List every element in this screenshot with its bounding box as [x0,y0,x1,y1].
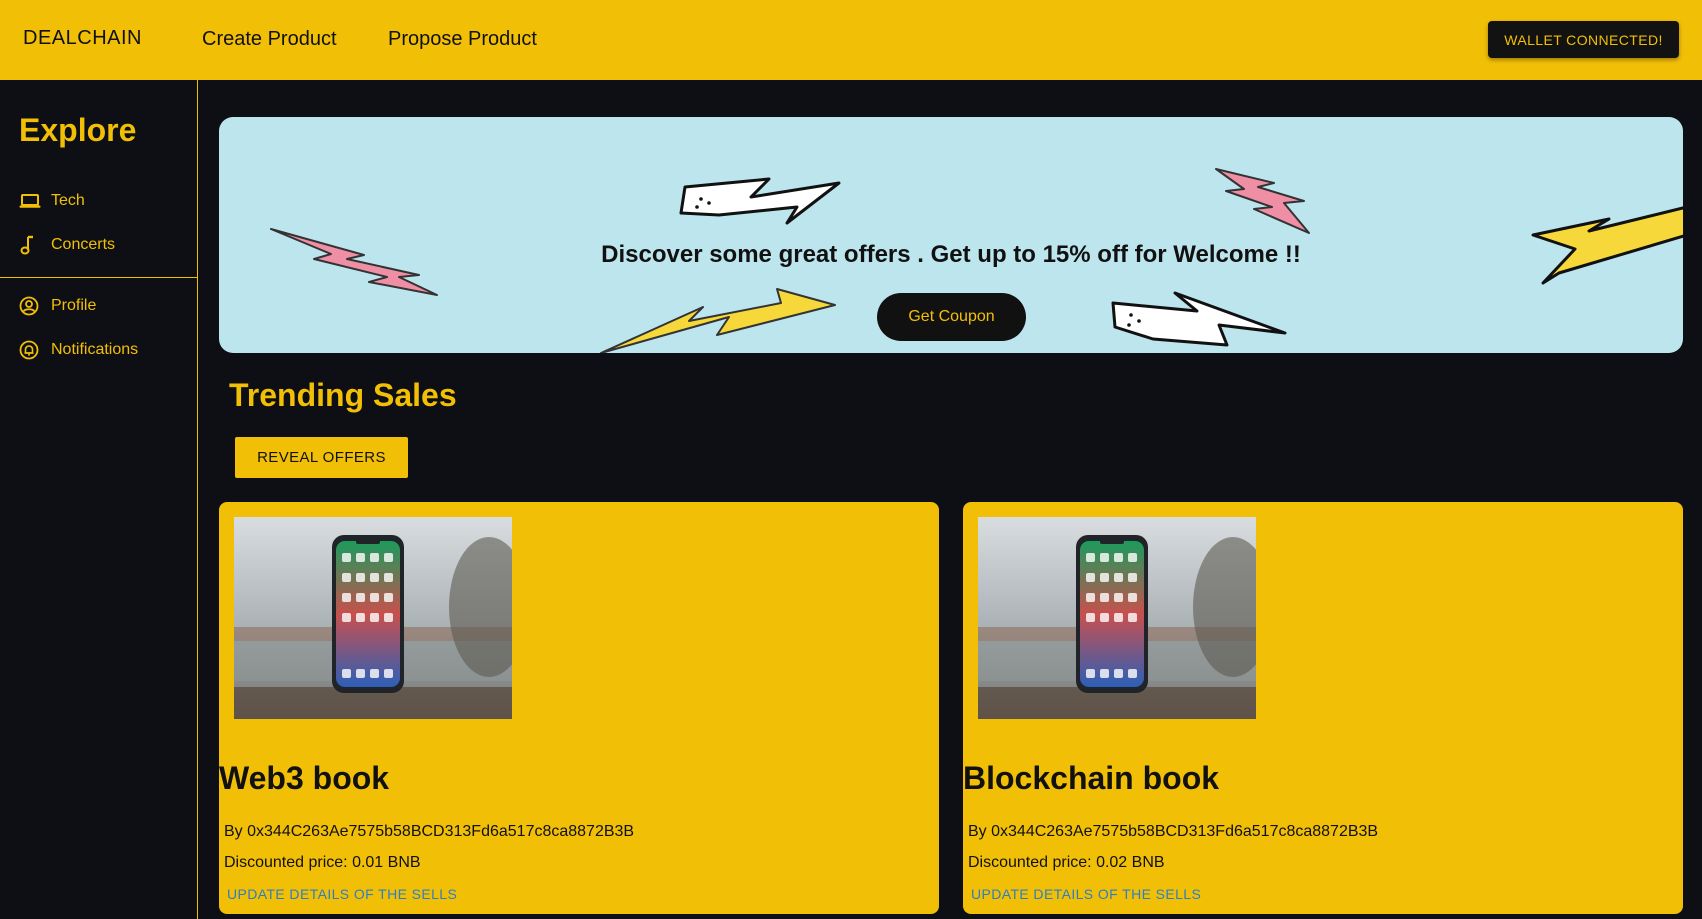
user-circle-icon [19,296,43,316]
white-lightning-icon [679,177,841,225]
sidebar-item-profile[interactable]: Profile [19,296,96,316]
product-image [234,517,512,719]
sidebar-item-label: Tech [51,192,85,209]
reveal-offers-button[interactable]: REVEAL OFFERS [235,437,408,478]
sidebar-item-notifications[interactable]: Notifications [19,340,138,360]
sidebar-item-concerts[interactable]: Concerts [19,235,115,255]
product-title: Blockchain book [963,760,1220,796]
product-card: Web3 book By 0x344C263Ae7575b58BCD313Fd6… [219,502,939,914]
sidebar-item-label: Notifications [51,341,139,358]
sidebar-item-label: Concerts [51,236,116,253]
sidebar-item-label: Profile [51,297,97,314]
product-price: Discounted price: 0.02 BNB [968,854,1165,871]
white-lightning-icon [1111,291,1287,347]
sidebar-title: Explore [19,112,137,148]
wallet-connected-button[interactable]: WALLET CONNECTED! [1488,21,1679,58]
product-seller: By 0x344C263Ae7575b58BCD313Fd6a517c8ca88… [224,823,635,840]
promo-banner: Discover some great offers . Get up to 1… [219,117,1683,353]
sidebar: Explore Tech Concerts Profile Notificati… [0,80,198,919]
top-navbar: DEALCHAIN Create Product Propose Product… [0,0,1702,80]
update-details-link[interactable]: UPDATE DETAILS OF THE SELLS [971,886,1201,902]
section-title-trending: Trending Sales [229,377,457,413]
get-coupon-button[interactable]: Get Coupon [877,293,1026,341]
pink-lightning-icon [1215,168,1310,234]
product-image [978,517,1256,719]
yellow-lightning-icon [600,288,836,353]
product-price: Discounted price: 0.01 BNB [224,854,421,871]
bell-circle-icon [19,340,43,360]
banner-headline: Discover some great offers . Get up to 1… [601,241,1301,268]
sidebar-divider [0,277,198,278]
product-card: Blockchain book By 0x344C263Ae7575b58BCD… [963,502,1683,914]
brand-logo[interactable]: DEALCHAIN [23,27,142,50]
laptop-icon [19,191,43,211]
music-note-icon [19,235,43,255]
product-seller: By 0x344C263Ae7575b58BCD313Fd6a517c8ca88… [968,823,1379,840]
nav-create-product[interactable]: Create Product [202,28,337,51]
product-title: Web3 book [219,760,390,796]
sidebar-item-tech[interactable]: Tech [19,191,85,211]
nav-propose-product[interactable]: Propose Product [388,28,537,51]
update-details-link[interactable]: UPDATE DETAILS OF THE SELLS [227,886,457,902]
